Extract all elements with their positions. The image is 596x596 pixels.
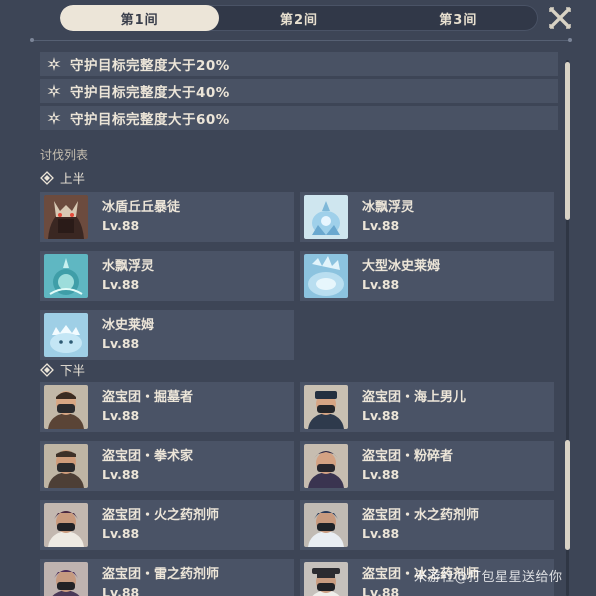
diamond-icon bbox=[40, 170, 54, 185]
enemy-level: Lv.88 bbox=[102, 218, 140, 233]
diamond-icon bbox=[40, 362, 54, 377]
goal-text: 守护目标完整度大于60% bbox=[70, 112, 230, 128]
enemy-card[interactable]: 冰飘浮灵 Lv.88 bbox=[300, 192, 554, 242]
enemy-level: Lv.88 bbox=[102, 526, 140, 541]
enemy-level: Lv.88 bbox=[102, 408, 140, 423]
treasure-hoarder-portrait bbox=[304, 562, 348, 596]
treasure-hoarder-portrait bbox=[44, 562, 88, 596]
close-x-icon bbox=[549, 7, 571, 29]
enemy-card[interactable]: 冰史莱姆 Lv.88 bbox=[40, 310, 294, 360]
divider-ornament bbox=[30, 38, 34, 42]
treasure-hoarder-portrait bbox=[304, 503, 348, 547]
snowflake-star-icon bbox=[47, 111, 61, 125]
enemy-level: Lv.88 bbox=[102, 277, 140, 292]
enemy-card[interactable]: 盗宝团・掘墓者 Lv.88 bbox=[40, 382, 294, 432]
tab-chamber-2[interactable]: 第2间 bbox=[219, 5, 378, 31]
chamber-tabs: 第1间 第2间 第3间 bbox=[60, 5, 538, 31]
enemy-name: 冰飘浮灵 bbox=[362, 200, 415, 215]
enemy-card[interactable]: 盗宝团・拳术家 Lv.88 bbox=[40, 441, 294, 491]
snowflake-star-icon bbox=[47, 84, 61, 98]
treasure-hoarder-portrait bbox=[304, 385, 348, 429]
enemy-name: 盗宝团・火之药剂师 bbox=[102, 508, 220, 523]
cryo-slime-portrait bbox=[44, 313, 88, 357]
enemy-card[interactable]: 盗宝团・雷之药剂师 Lv.88 bbox=[40, 559, 294, 596]
large-cryo-slime-portrait bbox=[304, 254, 348, 298]
enemy-level: Lv.88 bbox=[362, 526, 400, 541]
chamber-detail-scroll[interactable]: 守护目标完整度大于20% 守护目标完整度大于40% 守护目标完整度大于60% 讨… bbox=[36, 48, 562, 596]
treasure-hoarder-portrait bbox=[44, 444, 88, 488]
goal-row: 守护目标完整度大于20% bbox=[40, 52, 558, 76]
enemy-level: Lv.88 bbox=[362, 218, 400, 233]
enemy-level: Lv.88 bbox=[102, 336, 140, 351]
enemy-level: Lv.88 bbox=[362, 585, 400, 596]
enemy-name: 盗宝团・拳术家 bbox=[102, 449, 194, 464]
header-divider bbox=[32, 40, 570, 41]
treasure-hoarder-portrait bbox=[44, 385, 88, 429]
enemy-card[interactable]: 盗宝团・海上男儿 Lv.88 bbox=[300, 382, 554, 432]
first-half-label: 上半 bbox=[40, 168, 85, 187]
enemy-name: 盗宝团・海上男儿 bbox=[362, 390, 467, 405]
enemy-list-title: 讨伐列表 bbox=[40, 148, 89, 162]
second-half-text: 下半 bbox=[60, 363, 86, 378]
first-half-text: 上半 bbox=[60, 171, 86, 186]
enemy-name: 盗宝团・雷之药剂师 bbox=[102, 567, 220, 582]
enemy-card[interactable]: 水飘浮灵 Lv.88 bbox=[40, 251, 294, 301]
enemy-level: Lv.88 bbox=[102, 585, 140, 596]
enemy-level: Lv.88 bbox=[362, 467, 400, 482]
cryo-specter-portrait bbox=[304, 195, 348, 239]
enemy-card[interactable]: 盗宝团・水之药剂师 Lv.88 bbox=[300, 500, 554, 550]
enemy-card[interactable]: 大型冰史莱姆 Lv.88 bbox=[300, 251, 554, 301]
enemy-name: 水飘浮灵 bbox=[102, 259, 155, 274]
hydro-specter-portrait bbox=[44, 254, 88, 298]
divider-ornament bbox=[568, 38, 572, 42]
goal-row: 守护目标完整度大于60% bbox=[40, 106, 558, 130]
scrollbar-thumb[interactable] bbox=[565, 62, 570, 220]
enemy-card[interactable]: 盗宝团・火之药剂师 Lv.88 bbox=[40, 500, 294, 550]
enemy-name: 盗宝团・掘墓者 bbox=[102, 390, 194, 405]
goal-text: 守护目标完整度大于40% bbox=[70, 85, 230, 101]
enemy-level: Lv.88 bbox=[362, 408, 400, 423]
snowflake-star-icon bbox=[47, 57, 61, 71]
enemy-name: 冰盾丘丘暴徒 bbox=[102, 200, 181, 215]
scrollbar-thumb[interactable] bbox=[565, 440, 570, 550]
treasure-hoarder-portrait bbox=[44, 503, 88, 547]
goal-row: 守护目标完整度大于40% bbox=[40, 79, 558, 103]
goal-text: 守护目标完整度大于20% bbox=[70, 58, 230, 74]
tab-chamber-1[interactable]: 第1间 bbox=[60, 5, 220, 31]
treasure-hoarder-portrait bbox=[304, 444, 348, 488]
tab-chamber-3[interactable]: 第3间 bbox=[379, 5, 538, 31]
enemy-name: 大型冰史莱姆 bbox=[362, 259, 441, 274]
enemy-name: 盗宝团・水之药剂师 bbox=[362, 508, 480, 523]
abyss-chamber-panel: 第1间 第2间 第3间 守护目标完整度大于20% 守护目标完整度大于40% 守护… bbox=[0, 0, 596, 596]
hilichurl-mitachurl-portrait bbox=[44, 195, 88, 239]
enemy-level: Lv.88 bbox=[362, 277, 400, 292]
enemy-card[interactable]: 盗宝团・粉碎者 Lv.88 bbox=[300, 441, 554, 491]
enemy-level: Lv.88 bbox=[102, 467, 140, 482]
enemy-card[interactable]: 冰盾丘丘暴徒 Lv.88 bbox=[40, 192, 294, 242]
enemy-name: 冰史莱姆 bbox=[102, 318, 155, 333]
enemy-name: 盗宝团・粉碎者 bbox=[362, 449, 454, 464]
second-half-label: 下半 bbox=[40, 360, 85, 379]
watermark: 米游社@打包星星送给你 bbox=[414, 570, 563, 585]
close-button[interactable] bbox=[548, 6, 572, 30]
